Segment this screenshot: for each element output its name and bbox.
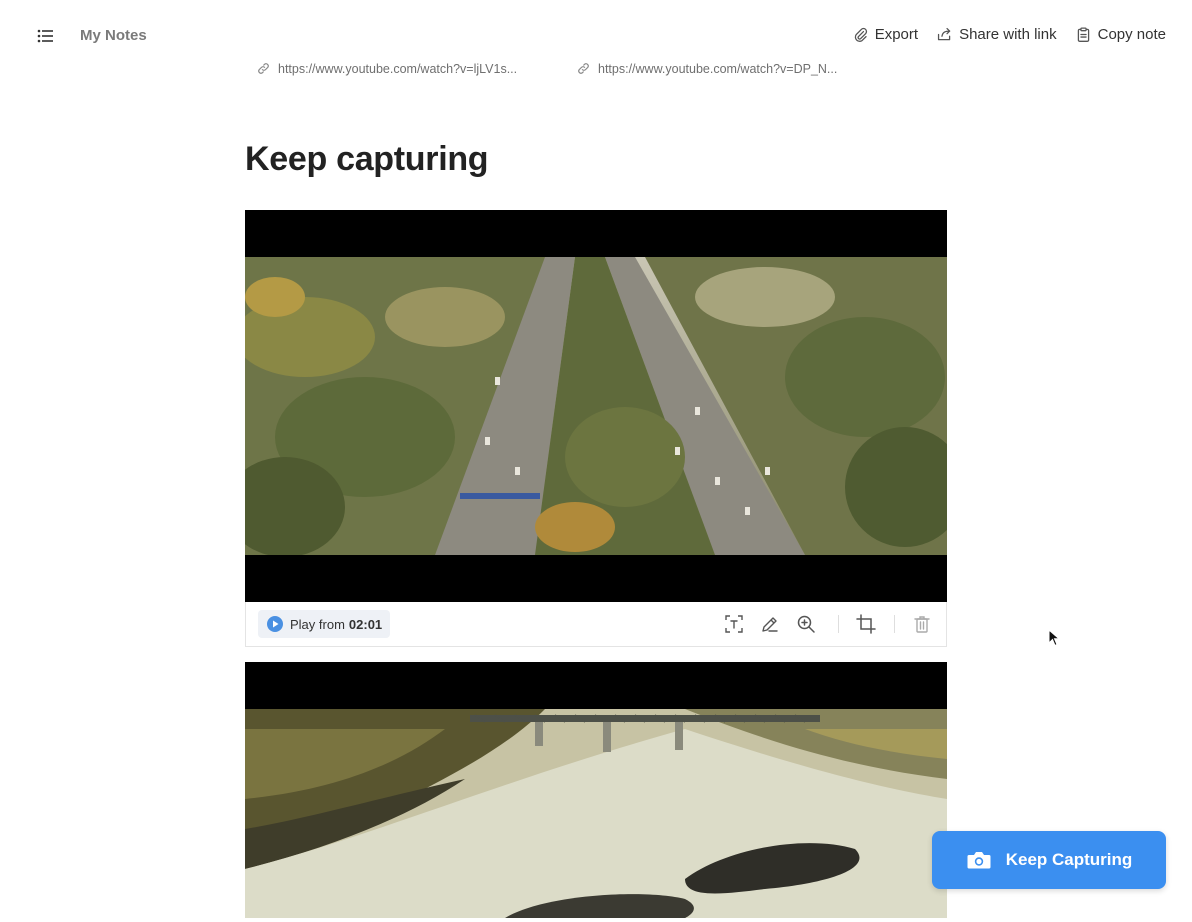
zoom-in-icon[interactable] — [796, 614, 816, 634]
copy-note-label: Copy note — [1097, 26, 1166, 43]
share-with-link-button[interactable]: Share with link — [936, 26, 1057, 43]
toolbar-divider — [894, 615, 895, 633]
keep-capturing-button[interactable]: Keep Capturing — [932, 831, 1166, 889]
source-link-url: https://www.youtube.com/watch?v=ljLV1s..… — [278, 61, 518, 76]
app-title[interactable]: My Notes — [80, 27, 147, 44]
video-capture-frame[interactable] — [245, 662, 947, 918]
source-link-url: https://www.youtube.com/watch?v=DP_N... — [598, 61, 838, 76]
play-label: Play from — [290, 616, 345, 632]
trash-icon[interactable] — [912, 614, 932, 634]
toolbar-divider — [838, 615, 839, 633]
export-label: Export — [874, 26, 919, 43]
share-icon — [937, 27, 951, 41]
link-icon — [578, 63, 589, 74]
source-links: https://www.youtube.com/watch?v=ljLV1s..… — [256, 61, 866, 76]
river-bridge-image — [245, 709, 947, 918]
list-icon[interactable] — [36, 26, 56, 46]
play-time: 02:01 — [348, 616, 383, 632]
text-extract-icon[interactable] — [724, 614, 744, 634]
note-heading[interactable]: Keep capturing — [245, 140, 489, 179]
aerial-road-image — [245, 257, 947, 555]
link-icon — [258, 63, 269, 74]
capture-toolbar: Play from 02:01 — [245, 602, 947, 647]
paperclip-icon — [854, 27, 867, 42]
edit-icon[interactable] — [760, 614, 780, 634]
keep-capturing-label: Keep Capturing — [1005, 850, 1133, 869]
copy-note-button[interactable]: Copy note — [1075, 26, 1166, 43]
source-link[interactable]: https://www.youtube.com/watch?v=ljLV1s..… — [256, 61, 546, 76]
mouse-cursor-icon — [1048, 629, 1060, 647]
play-from-button[interactable]: Play from 02:01 — [258, 610, 391, 638]
share-label: Share with link — [959, 26, 1057, 43]
play-icon — [267, 616, 283, 632]
export-button[interactable]: Export — [852, 26, 918, 43]
video-capture-frame[interactable] — [245, 210, 947, 602]
source-link[interactable]: https://www.youtube.com/watch?v=DP_N... — [576, 61, 866, 76]
clipboard-icon — [1077, 27, 1089, 42]
camera-icon — [967, 852, 991, 869]
crop-icon[interactable] — [856, 614, 876, 634]
top-bar: My Notes Export Share with link Copy not… — [0, 0, 1192, 60]
header-actions: Export Share with link Copy note — [852, 26, 1166, 43]
